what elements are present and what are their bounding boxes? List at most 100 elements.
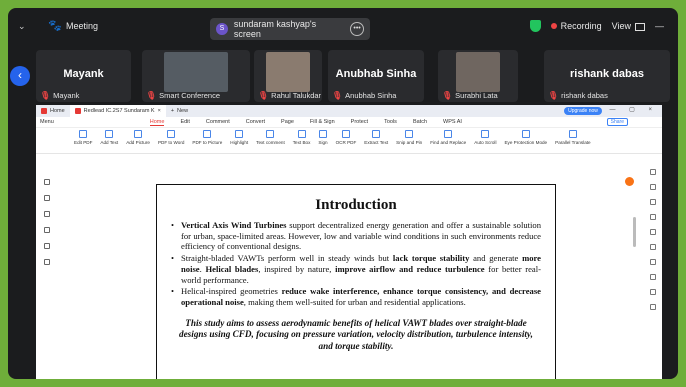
menu-item[interactable]: WPS AI [443, 119, 462, 125]
edit-pdf-button[interactable]: Edit PDF [70, 128, 96, 145]
menu-item[interactable]: Batch [413, 119, 427, 125]
picture-icon [134, 130, 143, 138]
pdf-icon [74, 108, 81, 114]
recording-indicator[interactable]: Recording [550, 21, 602, 31]
highlight-button[interactable]: Highlight [226, 128, 252, 145]
thumbnails-icon[interactable] [44, 195, 50, 201]
mic-muted-icon: 🎙 [548, 91, 559, 100]
eye-protection-button[interactable]: Eye Protection Mode [500, 128, 551, 145]
comment-icon[interactable] [44, 211, 50, 217]
video-feed [456, 52, 500, 92]
minimize-icon[interactable]: — [655, 21, 664, 31]
share-button[interactable]: Share [606, 118, 628, 126]
auto-scroll-button[interactable]: Auto Scroll [470, 128, 500, 145]
participant-tile[interactable]: Anubhab Sinha 🎙 Anubhab Sinha [328, 50, 424, 102]
layout-icon[interactable] [650, 244, 656, 250]
tab-home[interactable]: Home [36, 105, 70, 117]
left-sidebar-tools [44, 179, 50, 265]
parallel-translate-button[interactable]: Parallel Translate [551, 128, 595, 145]
eye-icon [521, 130, 530, 138]
mic-muted-icon: 🎙 [258, 91, 269, 100]
screen-share-indicator[interactable]: S sundaram kashyap's screen ••• [210, 18, 370, 40]
participant-tile[interactable]: rishank dabas 🎙 rishank dabas [544, 50, 670, 102]
video-feed [266, 52, 310, 92]
zoom-icon[interactable] [650, 259, 656, 265]
meeting-window: ⌄ 🐾 Meeting S sundaram kashyap's screen … [8, 8, 678, 379]
upgrade-button[interactable]: Upgrade now [564, 107, 602, 115]
add-picture-button[interactable]: Add Picture [122, 128, 154, 145]
chevron-down-icon[interactable]: ⌄ [18, 21, 28, 31]
settings-icon[interactable] [650, 184, 656, 190]
tab-new[interactable]: + New [166, 105, 193, 117]
signature-icon[interactable] [44, 243, 50, 249]
sign-button[interactable]: Sign [314, 128, 331, 145]
participant-tile[interactable]: 🎙 Surabhi Lata [438, 50, 518, 102]
page-title: Introduction [315, 197, 397, 213]
text-tool-icon[interactable] [650, 199, 656, 205]
menu-item[interactable]: Edit [180, 119, 189, 125]
snip-pin-button[interactable]: Snip and Pin [392, 128, 426, 145]
ai-assistant-icon[interactable] [625, 177, 634, 186]
sign-icon [318, 130, 327, 138]
participant-display-name: Anubhab Sinha [335, 68, 417, 80]
window-controls[interactable]: — ▢ × [609, 106, 658, 113]
add-text-button[interactable]: Add Text [96, 128, 122, 145]
shapes-icon[interactable] [650, 214, 656, 220]
menu-item[interactable]: Menu [40, 119, 54, 125]
snip-icon [405, 130, 414, 138]
tab-document[interactable]: Redlead IC.2S7 Sundaram K × [69, 105, 166, 117]
pdf-to-word-button[interactable]: PDF to Word [154, 128, 188, 145]
list-item: Vertical Axis Wind Turbines support dece… [171, 220, 541, 252]
menu-item[interactable]: Page [281, 119, 294, 125]
more-icon[interactable] [650, 304, 656, 310]
text-box-button[interactable]: Text Box [289, 128, 315, 145]
paw-icon: 🐾 [48, 20, 62, 32]
pdf-page: Introduction Vertical Axis Wind Turbines… [156, 184, 556, 379]
meeting-title[interactable]: 🐾 Meeting [48, 20, 98, 32]
help-icon[interactable] [650, 274, 656, 280]
find-replace-button[interactable]: Find and Replace [426, 128, 470, 145]
menu-bar: Menu Home Edit Comment Convert Page Fill… [36, 117, 662, 128]
attachment-icon[interactable] [44, 227, 50, 233]
mic-muted-icon: 🎙 [332, 91, 343, 100]
extract-text-button[interactable]: Extract Text [360, 128, 392, 145]
menu-item[interactable]: Tools [384, 119, 397, 125]
word-icon [167, 130, 176, 138]
comment-icon [266, 130, 275, 138]
participant-strip: ‹ Mayank 🎙 Mayank 🎙 Smart Conference 🎙 Rahu… [8, 48, 678, 104]
study-aim-paragraph: This study aims to assess aerodynamic be… [179, 317, 533, 351]
ocr-icon [341, 130, 350, 138]
menu-item-home[interactable]: Home [149, 119, 165, 126]
search-icon[interactable] [44, 259, 50, 265]
previous-participants-button[interactable]: ‹ [10, 66, 30, 86]
participant-display-name: Mayank [63, 68, 104, 80]
search-icon [444, 130, 453, 138]
menu-item[interactable]: Convert [246, 119, 265, 125]
participant-tile[interactable]: Mayank 🎙 Mayank [36, 50, 131, 102]
menu-item[interactable]: Fill & Sign [310, 119, 335, 125]
highlight-icon [235, 130, 244, 138]
participant-tile[interactable]: 🎙 Smart Conference [142, 50, 250, 102]
more-options-icon[interactable]: ••• [350, 22, 364, 36]
view-button[interactable]: View [612, 21, 645, 31]
table-icon[interactable] [650, 229, 656, 235]
properties-icon[interactable] [650, 169, 656, 175]
chat-icon[interactable] [650, 289, 656, 295]
participant-tile[interactable]: 🎙 Rahul Talukdar [254, 50, 322, 102]
meeting-label: Meeting [66, 21, 99, 31]
menu-item[interactable]: Comment [206, 119, 230, 125]
shield-icon[interactable] [529, 20, 541, 32]
toolbar-ribbon: Edit PDF Add Text Add Picture PDF to Wor… [36, 128, 662, 154]
close-icon[interactable]: × [158, 108, 161, 114]
ocr-pdf-button[interactable]: OCR PDF [332, 128, 361, 145]
bookmark-icon[interactable] [44, 179, 50, 185]
text-icon [105, 130, 114, 138]
edit-icon [79, 130, 88, 138]
right-sidebar-tools [650, 169, 656, 310]
vertical-scrollbar[interactable] [633, 217, 636, 247]
textbox-icon [297, 130, 306, 138]
text-comment-button[interactable]: Text comment [252, 128, 289, 145]
mic-muted-icon: 🎙 [146, 91, 157, 100]
menu-item[interactable]: Protect [351, 119, 368, 125]
pdf-to-picture-button[interactable]: PDF to Picture [188, 128, 226, 145]
